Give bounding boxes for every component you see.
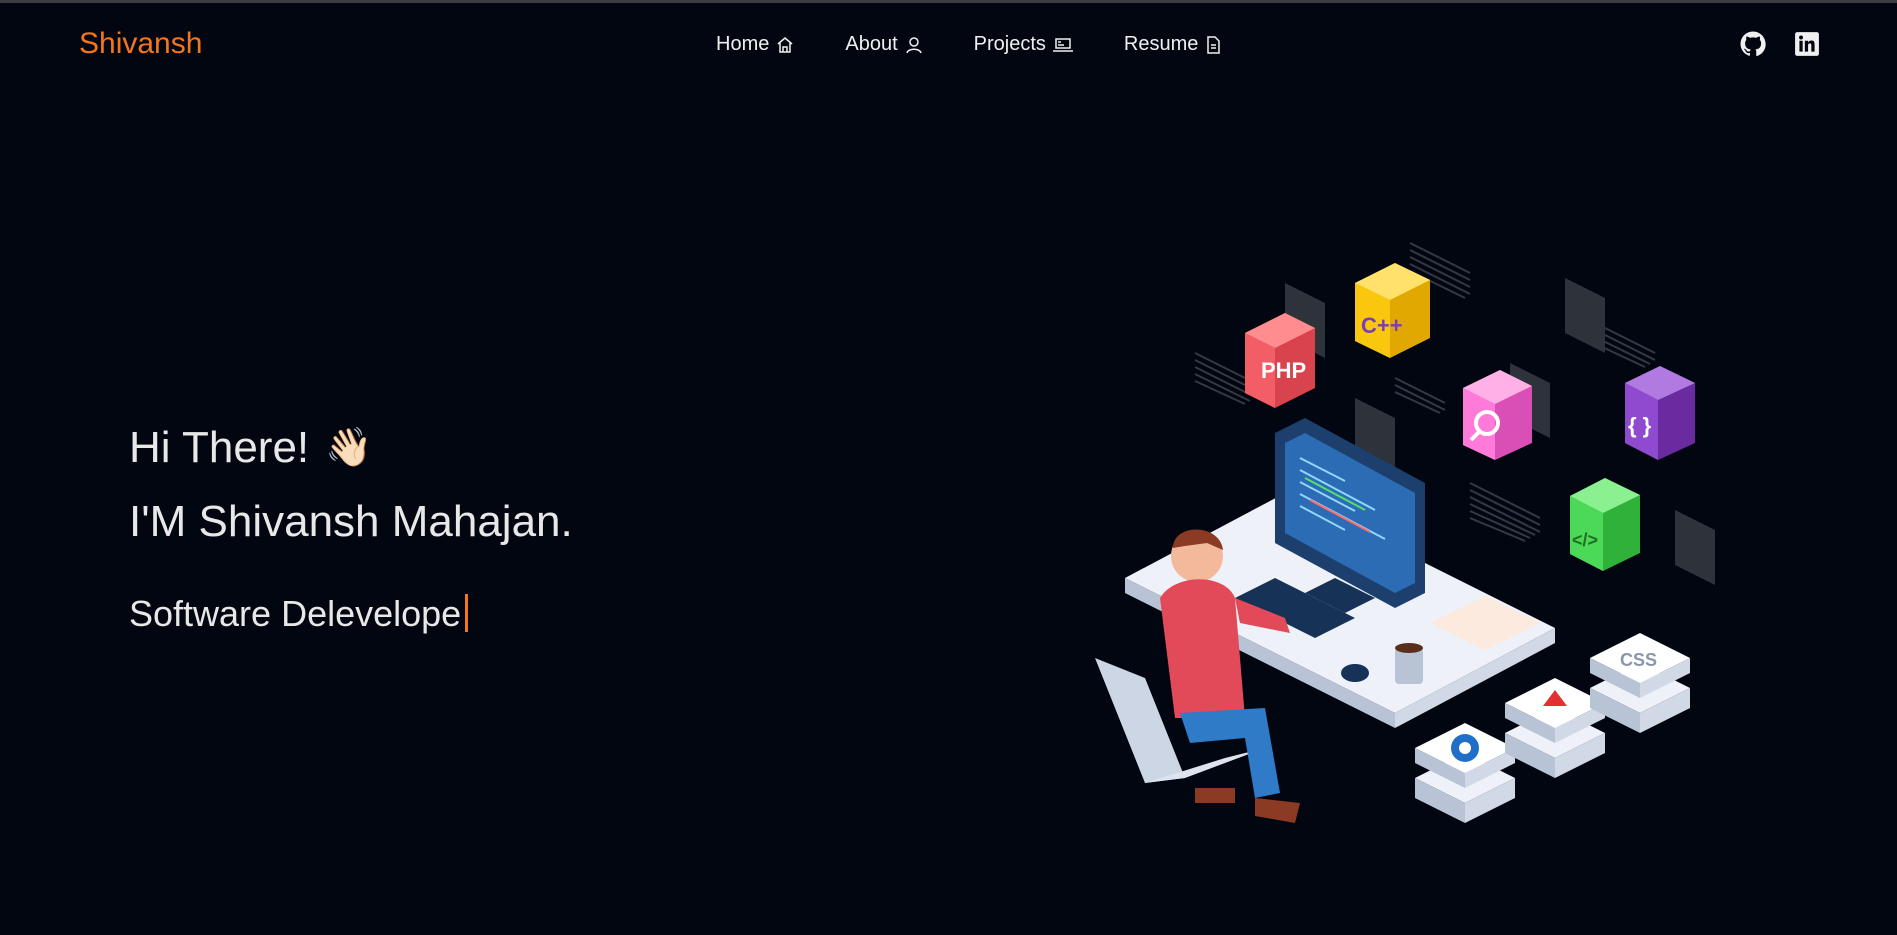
document-icon [1207,35,1221,54]
nav-home[interactable]: Home [716,33,795,56]
laptop-icon [1052,37,1073,52]
css-label: CSS [1620,650,1657,670]
cpp-label: C++ [1361,313,1403,338]
search-tile [1463,370,1532,460]
typing-cursor [465,594,469,632]
braces-label: { } [1628,413,1652,438]
linkedin-icon[interactable] [1794,31,1820,57]
github-icon[interactable] [1740,31,1766,57]
role-text: Software Delevelope [129,593,462,634]
user-icon [905,36,922,53]
nav-home-label: Home [716,33,770,55]
greeting-text: Hi There! [129,423,310,472]
nav-resume-label: Resume [1123,33,1199,55]
developer-illustration: PHP C++ { } </> CSS [1085,238,1735,878]
nav-about[interactable]: About [845,33,923,56]
social-links [1740,31,1820,57]
nav-projects-label: Projects [973,33,1046,55]
home-icon [777,36,793,53]
cpp-tile: C++ [1355,263,1430,358]
nav-projects[interactable]: Projects [974,33,1074,56]
settings-block [1415,723,1515,823]
typewriter-role: Software Delevelope [129,593,573,635]
brand-logo[interactable]: Shivansh [79,27,202,61]
hero-greeting: Hi There! 👋🏻 [129,423,573,473]
html-label: </> [1572,530,1598,550]
nav-about-label: About [845,33,898,55]
hero-section: Hi There! 👋🏻 I'M Shivansh Mahajan. Softw… [129,423,573,635]
wave-icon: 👋🏻 [325,427,373,469]
braces-tile: { } [1625,366,1695,460]
html-tile: </> [1570,478,1640,571]
nav-links: Home About Projects Resume [716,33,1272,56]
php-tile: PHP [1245,313,1315,408]
hero-name: I'M Shivansh Mahajan. [129,497,573,546]
php-label: PHP [1261,358,1306,383]
navbar: Shivansh Home About Projects Resume [0,3,1897,87]
nav-resume[interactable]: Resume [1124,33,1222,56]
